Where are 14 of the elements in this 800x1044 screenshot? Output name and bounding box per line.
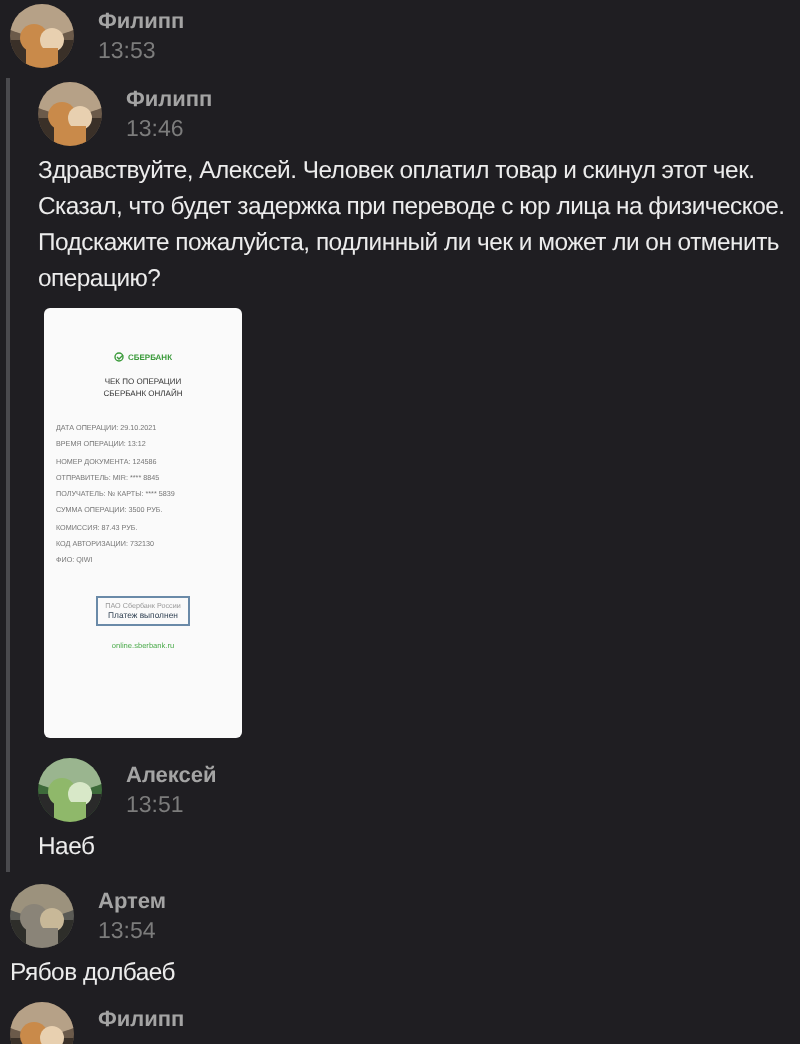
message-time: 13:51 [126, 794, 186, 818]
author-name[interactable]: Алексей [126, 764, 217, 788]
author-name[interactable]: Филипп [98, 10, 185, 34]
author-name[interactable]: Филипп [126, 88, 213, 112]
message-text: Наеб [38, 830, 97, 864]
message-time: 13:53 [98, 40, 158, 64]
message-time: 13:54 [98, 920, 158, 944]
message-time: 13:46 [126, 118, 186, 142]
author-name[interactable]: Филипп [98, 1008, 185, 1032]
check-circle-icon [113, 352, 124, 362]
message-text: Здравствуйте, Алексей. Человек оплатил товар и скинул этот чек. Сказал, что будет задержка при переводе с юр лица на физическое. Подскажите пожалуйста, подлинный ли чек и может ли он отменить операцию? [38, 154, 787, 296]
receipt-image[interactable] [44, 308, 242, 738]
author-name[interactable]: Артем [98, 890, 167, 914]
message-text: Рябов долбаеб [10, 956, 178, 990]
